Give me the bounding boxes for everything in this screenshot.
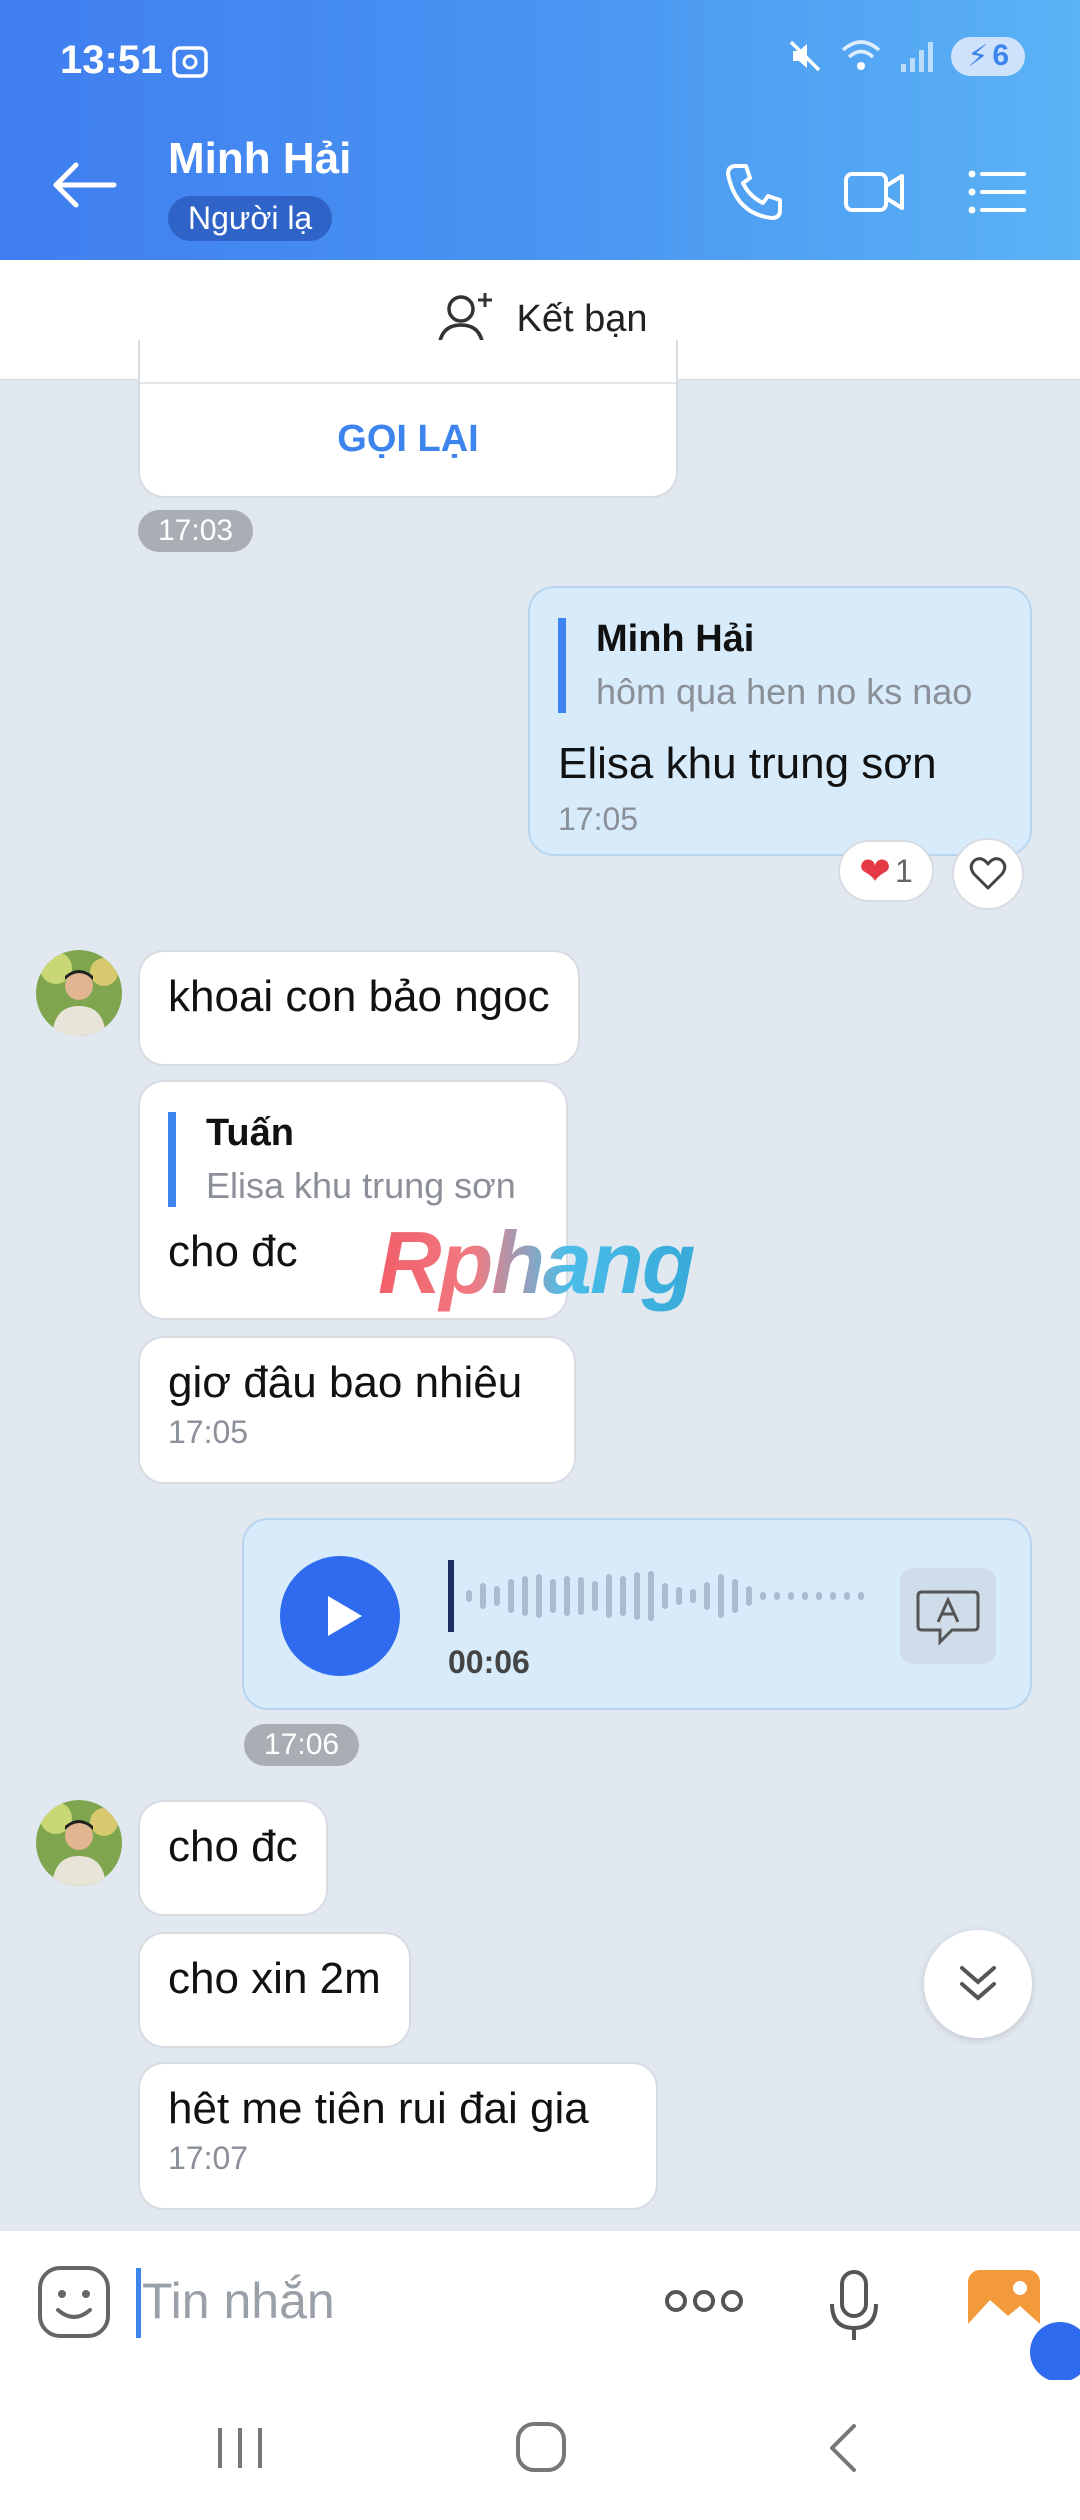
recent-apps-icon[interactable]	[212, 2424, 268, 2472]
waveform-bar	[466, 1590, 472, 1602]
waveform-bar	[578, 1577, 584, 1615]
waveform-bar	[606, 1574, 612, 1618]
contact-name[interactable]: Minh Hải	[168, 134, 351, 184]
speech-to-text-icon[interactable]	[900, 1568, 996, 1664]
waveform-bar	[844, 1592, 850, 1600]
heart-outline-icon	[969, 857, 1007, 890]
status-icons: ⚡ 6	[785, 36, 1025, 76]
quote-author: Tuấn	[206, 1112, 294, 1154]
quote-author: Minh Hải	[596, 618, 755, 660]
scroll-to-bottom-button[interactable]	[924, 1930, 1032, 2038]
more-options-icon[interactable]	[664, 2286, 744, 2316]
message-input[interactable]: Tin nhắn	[142, 2272, 335, 2330]
red-heart-icon: ❤	[859, 850, 892, 893]
received-message[interactable]: cho xin 2m	[138, 1932, 411, 2048]
battery-indicator: ⚡ 6	[951, 36, 1025, 76]
waveform-bar	[508, 1579, 514, 1613]
menu-list-icon[interactable]	[964, 160, 1028, 224]
waveform-bar	[522, 1576, 528, 1616]
video-call-icon[interactable]	[842, 160, 906, 224]
waveform-bar	[774, 1592, 780, 1600]
waveform-bar	[634, 1572, 640, 1620]
screenshot-icon	[172, 46, 208, 78]
sent-message[interactable]: Minh Hải hôm qua hen no ks nao Elisa khu…	[528, 586, 1032, 856]
microphone-icon[interactable]	[826, 2268, 882, 2344]
play-button-icon[interactable]	[280, 1556, 400, 1676]
time-chip: 17:03	[138, 510, 254, 552]
watermark-logo: Rphang	[378, 1213, 696, 1312]
received-message[interactable]: giơ đâu bao nhiêu 17:05	[138, 1336, 576, 1484]
voice-message[interactable]: 00:06	[242, 1518, 1032, 1710]
call-card: GỌI LẠI	[138, 340, 678, 498]
waveform-bar	[676, 1587, 682, 1605]
waveform-bar	[494, 1586, 500, 1606]
waveform-bar	[802, 1592, 808, 1600]
mute-icon	[789, 40, 821, 72]
message-text: giơ đâu bao nhiêu	[168, 1358, 523, 1407]
back-arrow-icon[interactable]	[50, 160, 120, 210]
waveform-bar	[480, 1583, 486, 1609]
waveform-bar	[788, 1592, 794, 1600]
waveform-cursor	[448, 1560, 454, 1632]
waveform-bar	[620, 1576, 626, 1616]
message-time: 17:05	[168, 1414, 249, 1450]
quote-text: hôm qua hen no ks nao	[596, 671, 973, 712]
voice-duration: 00:06	[448, 1644, 530, 1680]
received-message[interactable]: khoai con bảo ngoc	[138, 950, 580, 1066]
message-text: cho đc	[168, 1822, 298, 1871]
react-heart-button[interactable]	[952, 838, 1024, 910]
call-back-button[interactable]: GỌI LẠI	[140, 418, 676, 461]
charging-icon: ⚡	[967, 39, 989, 73]
add-friend-label: Kết bạn	[516, 298, 648, 340]
waveform-bar	[536, 1574, 542, 1618]
quote-text: Elisa khu trung sơn	[206, 1165, 516, 1206]
avatar-photo	[36, 1800, 122, 1886]
message-text: hêt me tiên rui đai gia	[168, 2084, 589, 2133]
double-chevron-down-icon	[960, 1966, 996, 2001]
waveform-bar	[592, 1581, 598, 1611]
waveform-bar	[704, 1582, 710, 1610]
phone-call-icon[interactable]	[722, 160, 786, 224]
waveform-bar	[732, 1579, 738, 1613]
waveform-bar	[690, 1589, 696, 1603]
message-time: 17:05	[558, 801, 639, 837]
quoted-reply[interactable]: Minh Hải hôm qua hen no ks nao	[558, 618, 1002, 713]
heart-reaction[interactable]: ❤ 1	[838, 840, 934, 902]
quoted-reply[interactable]: Tuấn Elisa khu trung sơn	[168, 1112, 538, 1207]
home-icon[interactable]	[514, 2420, 568, 2474]
waveform-bar	[760, 1592, 766, 1600]
waveform-bar	[648, 1571, 654, 1621]
wifi-icon	[842, 40, 881, 70]
status-time: 13:51	[60, 38, 163, 82]
waveform-bar	[830, 1592, 836, 1600]
waveform-bar	[816, 1592, 822, 1600]
divider	[140, 382, 676, 384]
avatar[interactable]	[36, 950, 122, 1036]
message-time: 17:07	[168, 2140, 249, 2176]
waveform-bar	[564, 1576, 570, 1616]
received-message[interactable]: cho đc	[138, 1800, 328, 1916]
sticker-emoji-icon[interactable]	[36, 2264, 112, 2340]
image-gallery-icon[interactable]	[966, 2268, 1042, 2338]
waveform-bar	[746, 1586, 752, 1606]
message-text: khoai con bảo ngoc	[168, 972, 550, 1021]
nav-back-icon[interactable]	[822, 2420, 862, 2476]
waveform-bar	[550, 1579, 556, 1613]
received-message[interactable]: hêt me tiên rui đai gia 17:07	[138, 2062, 658, 2210]
message-text: Elisa khu trung sơn	[558, 739, 937, 788]
signal-icon	[901, 42, 934, 72]
avatar[interactable]	[36, 1800, 122, 1886]
time-chip: 17:06	[244, 1724, 360, 1766]
message-text: cho xin 2m	[168, 1954, 381, 2003]
waveform-bar	[662, 1583, 668, 1609]
waveform-bar	[858, 1592, 864, 1600]
chat-header: 13:51 ⚡ 6 Minh Hải Người lạ	[0, 0, 1080, 260]
avatar-photo	[36, 950, 122, 1036]
voice-waveform[interactable]	[448, 1556, 868, 1636]
stranger-badge: Người lạ	[168, 196, 333, 241]
waveform-bar	[718, 1574, 724, 1618]
text-cursor	[136, 2268, 141, 2338]
